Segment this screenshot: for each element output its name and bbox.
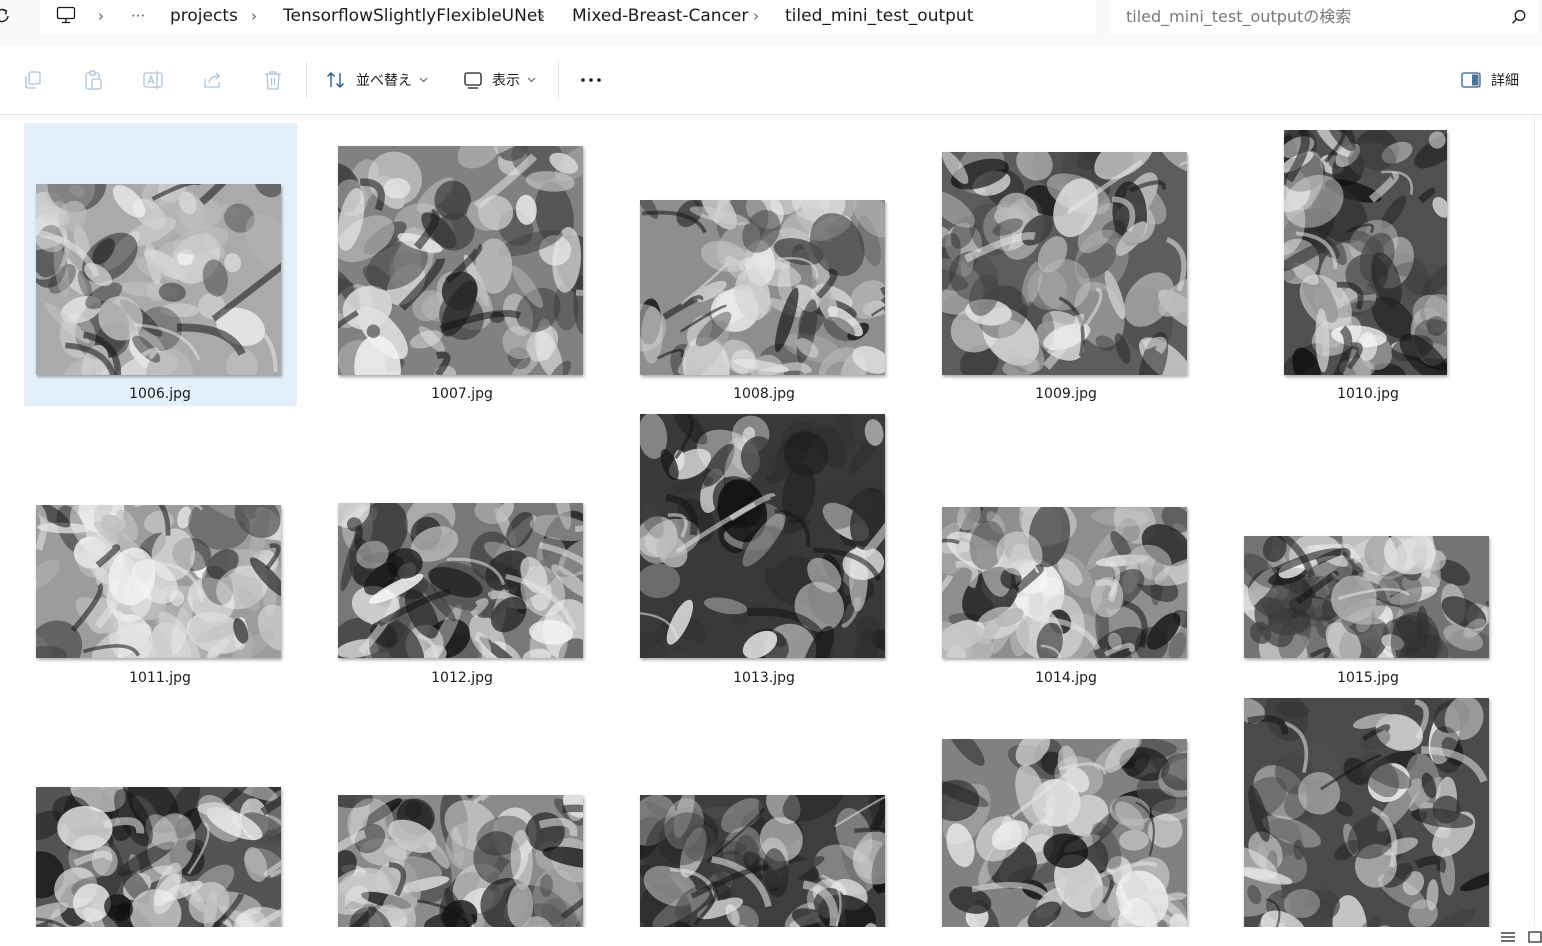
chevron-down-icon — [527, 77, 536, 83]
status-bar — [0, 927, 1542, 946]
sort-button[interactable]: 並べ替え — [325, 64, 428, 96]
breadcrumb-projects[interactable]: projects — [170, 5, 238, 27]
breadcrumb-separator[interactable]: › — [251, 5, 257, 27]
details-label: 詳細 — [1491, 73, 1519, 89]
file-name-label[interactable]: 1015.jpg — [1268, 669, 1468, 687]
breadcrumb-mixed-breast-cancer[interactable]: Mixed-Breast-Cancer — [572, 5, 748, 27]
file-thumbnail[interactable] — [942, 507, 1187, 658]
file-view[interactable]: 1006.jpg 1007.jpg 1008.jpg 1009.jpg 1010.jpg… — [0, 115, 1534, 927]
file-name-label[interactable]: 1007.jpg — [362, 385, 562, 403]
file-name-label[interactable]: 1009.jpg — [966, 385, 1166, 403]
breadcrumb-current-folder[interactable]: tiled_mini_test_output — [785, 5, 973, 27]
file-thumbnail[interactable] — [36, 787, 281, 927]
file-thumbnail[interactable] — [640, 795, 885, 927]
file-name-label[interactable]: 1013.jpg — [664, 669, 864, 687]
search-box[interactable] — [1109, 0, 1539, 34]
this-pc-icon[interactable] — [56, 6, 76, 24]
search-input[interactable] — [1126, 5, 1506, 27]
file-thumbnail[interactable] — [1284, 130, 1447, 375]
view-button[interactable]: 表示 — [463, 64, 536, 96]
file-name-label[interactable]: 1012.jpg — [362, 669, 562, 687]
breadcrumb-separator[interactable]: › — [753, 5, 759, 27]
breadcrumb-separator[interactable]: › — [98, 5, 104, 27]
breadcrumb-separator[interactable]: › — [539, 5, 545, 27]
file-thumbnail[interactable] — [36, 184, 281, 375]
paste-icon[interactable] — [82, 69, 104, 91]
copy-icon[interactable] — [22, 69, 44, 91]
file-name-label[interactable]: 1006.jpg — [60, 385, 260, 403]
command-bar: 並べ替え 表示 詳細 — [0, 46, 1542, 115]
file-name-label[interactable]: 1008.jpg — [664, 385, 864, 403]
chevron-down-icon — [419, 77, 428, 83]
command-separator — [558, 62, 559, 98]
address-bar[interactable]: › ··· projects › TensorflowSlightlyFlexi… — [40, 0, 1096, 34]
sort-icon — [327, 72, 344, 88]
file-thumbnail[interactable] — [36, 505, 281, 658]
file-thumbnail[interactable] — [338, 503, 583, 658]
file-thumbnail[interactable] — [942, 739, 1187, 927]
large-icons-view-icon[interactable] — [1528, 931, 1542, 943]
file-thumbnail[interactable] — [640, 414, 885, 658]
command-separator — [306, 62, 307, 98]
search-icon[interactable] — [1511, 9, 1527, 25]
file-thumbnail[interactable] — [338, 795, 583, 927]
file-thumbnail[interactable] — [640, 200, 885, 375]
delete-icon[interactable] — [262, 69, 284, 91]
file-name-label[interactable]: 1010.jpg — [1268, 385, 1468, 403]
more-options-icon[interactable] — [576, 72, 606, 88]
address-row: › ··· projects › TensorflowSlightlyFlexi… — [0, 0, 1542, 46]
breadcrumb-unet-folder[interactable]: TensorflowSlightlyFlexibleUNet — [283, 5, 544, 27]
view-label: 表示 — [492, 73, 520, 89]
file-name-label[interactable]: 1014.jpg — [966, 669, 1166, 687]
share-icon[interactable] — [202, 69, 224, 91]
file-name-label[interactable]: 1011.jpg — [60, 669, 260, 687]
file-thumbnail[interactable] — [338, 146, 583, 375]
file-thumbnail[interactable] — [942, 152, 1187, 375]
details-pane-button[interactable]: 詳細 — [1460, 66, 1519, 94]
file-thumbnail[interactable] — [1244, 698, 1489, 927]
rename-icon[interactable] — [142, 69, 164, 91]
sort-label: 並べ替え — [356, 73, 412, 89]
breadcrumb-overflow[interactable]: ··· — [131, 5, 145, 27]
file-thumbnail[interactable] — [1244, 536, 1489, 658]
vertical-scrollbar[interactable] — [1534, 115, 1542, 927]
details-view-icon[interactable] — [1500, 931, 1516, 943]
refresh-icon[interactable] — [0, 7, 10, 25]
details-pane-icon — [1461, 72, 1481, 88]
view-icon — [464, 72, 482, 89]
